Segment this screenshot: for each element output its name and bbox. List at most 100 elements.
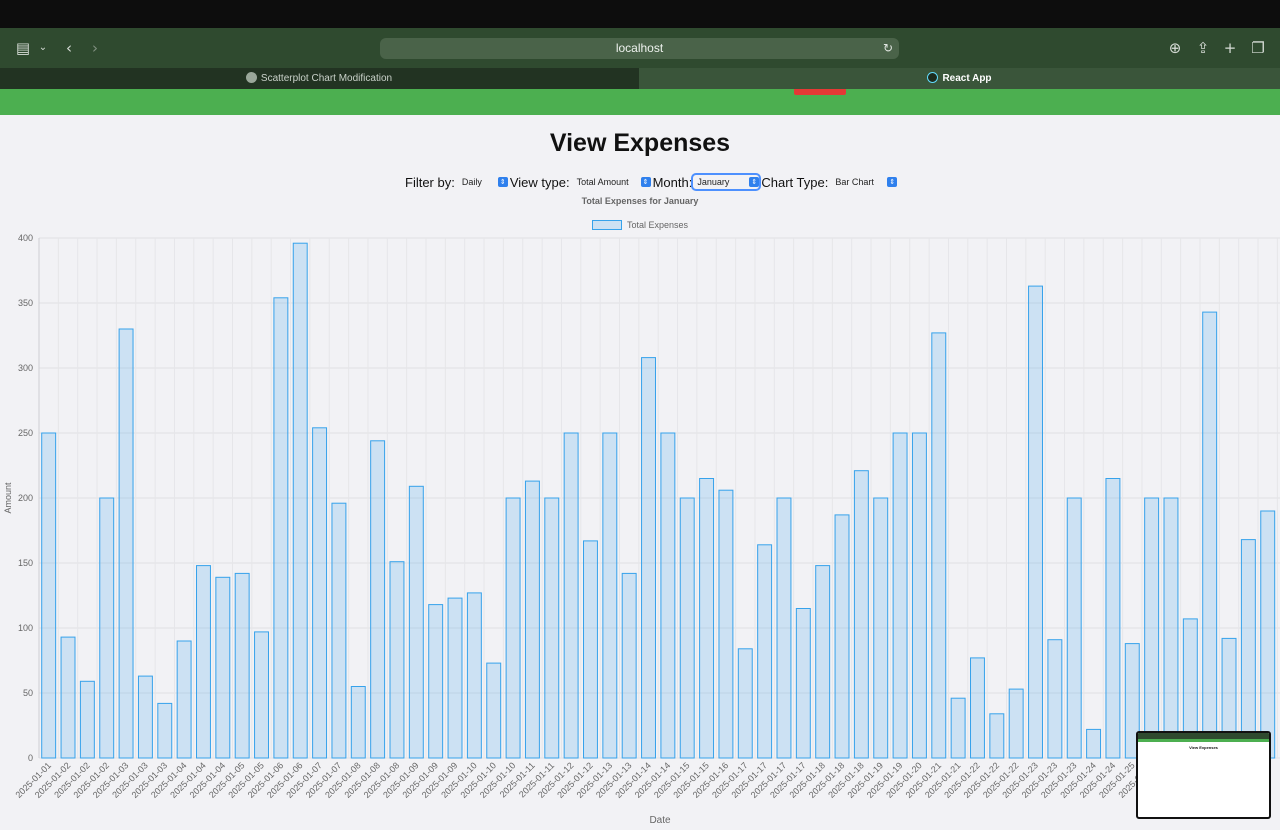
y-tick-label: 400: [18, 233, 33, 243]
bar[interactable]: [989, 713, 1005, 759]
bar[interactable]: [776, 497, 792, 759]
bar[interactable]: [1047, 639, 1063, 759]
bar[interactable]: [273, 297, 289, 759]
chart-type-value: Bar Chart: [835, 177, 874, 187]
bar[interactable]: [1066, 497, 1082, 759]
bar[interactable]: [118, 328, 134, 759]
bar[interactable]: [679, 497, 695, 759]
bar[interactable]: [215, 576, 231, 759]
y-tick-label: 350: [18, 298, 33, 308]
chart-controls: Filter by: Daily ⇕ View type: Total Amoun…: [405, 173, 899, 191]
y-tick-label: 100: [18, 623, 33, 633]
bar[interactable]: [718, 489, 734, 759]
forward-arrow-icon[interactable]: ›: [83, 36, 107, 60]
screen-recording-thumbnail[interactable]: View Expenses: [1136, 731, 1271, 819]
os-menu-bar: [0, 0, 1280, 28]
select-arrows-icon: ⇕: [887, 177, 898, 187]
bar[interactable]: [1240, 539, 1256, 759]
share-icon[interactable]: ⇪: [1191, 36, 1215, 60]
filter-select[interactable]: Daily ⇕: [458, 175, 508, 189]
bar[interactable]: [834, 514, 850, 759]
tab-react-app[interactable]: React App: [639, 68, 1280, 89]
bar[interactable]: [1028, 285, 1043, 759]
bar[interactable]: [1086, 728, 1102, 759]
bar[interactable]: [699, 478, 715, 759]
bar[interactable]: [254, 631, 269, 759]
expenses-bar-chart[interactable]: 0501001502002503003504002025-01-012025-0…: [0, 230, 1280, 830]
bar[interactable]: [583, 540, 598, 759]
bar[interactable]: [641, 357, 656, 759]
bar[interactable]: [408, 485, 424, 759]
select-arrows-icon: ⇕: [749, 177, 760, 187]
reload-icon[interactable]: ↻: [883, 38, 893, 59]
y-axis-title: Amount: [3, 482, 13, 514]
bar[interactable]: [331, 502, 347, 759]
bar[interactable]: [1008, 688, 1024, 759]
bar[interactable]: [505, 497, 521, 759]
thumbnail-title: View Expenses: [1189, 745, 1218, 750]
bar[interactable]: [389, 561, 405, 759]
bar[interactable]: [1163, 497, 1179, 759]
bar[interactable]: [853, 470, 869, 759]
bar[interactable]: [234, 572, 250, 759]
bar[interactable]: [292, 242, 308, 759]
bar[interactable]: [815, 565, 831, 759]
month-select[interactable]: January ⇕: [691, 173, 762, 191]
view-type-label: View type:: [509, 174, 570, 190]
bar[interactable]: [621, 572, 637, 759]
bar[interactable]: [41, 432, 57, 759]
bar[interactable]: [350, 686, 366, 759]
bar[interactable]: [1105, 478, 1121, 759]
bar[interactable]: [911, 432, 927, 759]
react-favicon-icon: [927, 72, 939, 83]
bar[interactable]: [137, 675, 153, 759]
bar[interactable]: [660, 432, 676, 759]
address-bar[interactable]: localhost ↻: [380, 38, 899, 59]
view-type-select[interactable]: Total Amount ⇕: [573, 175, 651, 189]
chart-legend[interactable]: Total Expenses: [592, 220, 688, 230]
bar[interactable]: [60, 636, 76, 759]
tab-label: React App: [942, 73, 992, 84]
view-type-value: Total Amount: [576, 177, 629, 187]
bar[interactable]: [1144, 497, 1160, 759]
bar[interactable]: [892, 432, 908, 759]
bar[interactable]: [1260, 510, 1276, 759]
bar[interactable]: [737, 648, 753, 759]
bar[interactable]: [950, 697, 966, 759]
y-tick-label: 200: [18, 493, 33, 503]
bar[interactable]: [563, 432, 579, 759]
tab-scatterplot[interactable]: Scatterplot Chart Modification: [0, 68, 638, 89]
logout-button[interactable]: [794, 89, 846, 95]
new-tab-icon[interactable]: +: [1218, 36, 1242, 60]
bar[interactable]: [312, 427, 328, 759]
back-arrow-icon[interactable]: ‹: [57, 36, 81, 60]
chart-type-select[interactable]: Bar Chart ⇕: [831, 175, 898, 189]
bar[interactable]: [970, 657, 985, 759]
bar[interactable]: [544, 497, 560, 759]
bar[interactable]: [428, 604, 444, 759]
bar[interactable]: [873, 497, 889, 759]
bar[interactable]: [176, 640, 192, 759]
bar[interactable]: [1202, 311, 1218, 759]
bar[interactable]: [196, 565, 211, 759]
bar[interactable]: [931, 332, 947, 759]
y-tick-label: 0: [28, 753, 33, 763]
bar[interactable]: [524, 480, 540, 759]
legend-swatch: [592, 220, 622, 230]
bar[interactable]: [447, 597, 463, 759]
app-nav-bar: [0, 89, 1280, 115]
bar[interactable]: [466, 592, 482, 759]
bar[interactable]: [486, 662, 502, 759]
chart-title: Total Expenses for January: [581, 196, 699, 206]
month-value: January: [697, 177, 730, 187]
tab-overview-icon[interactable]: ❐: [1246, 36, 1270, 60]
bar[interactable]: [370, 440, 386, 759]
bar[interactable]: [157, 702, 173, 759]
chevron-down-icon[interactable]: ⌄: [31, 36, 55, 60]
bar[interactable]: [79, 680, 95, 759]
download-icon[interactable]: ⊕: [1163, 36, 1187, 60]
bar[interactable]: [795, 608, 811, 759]
bar[interactable]: [602, 432, 618, 759]
bar[interactable]: [99, 497, 115, 759]
bar[interactable]: [757, 544, 773, 759]
